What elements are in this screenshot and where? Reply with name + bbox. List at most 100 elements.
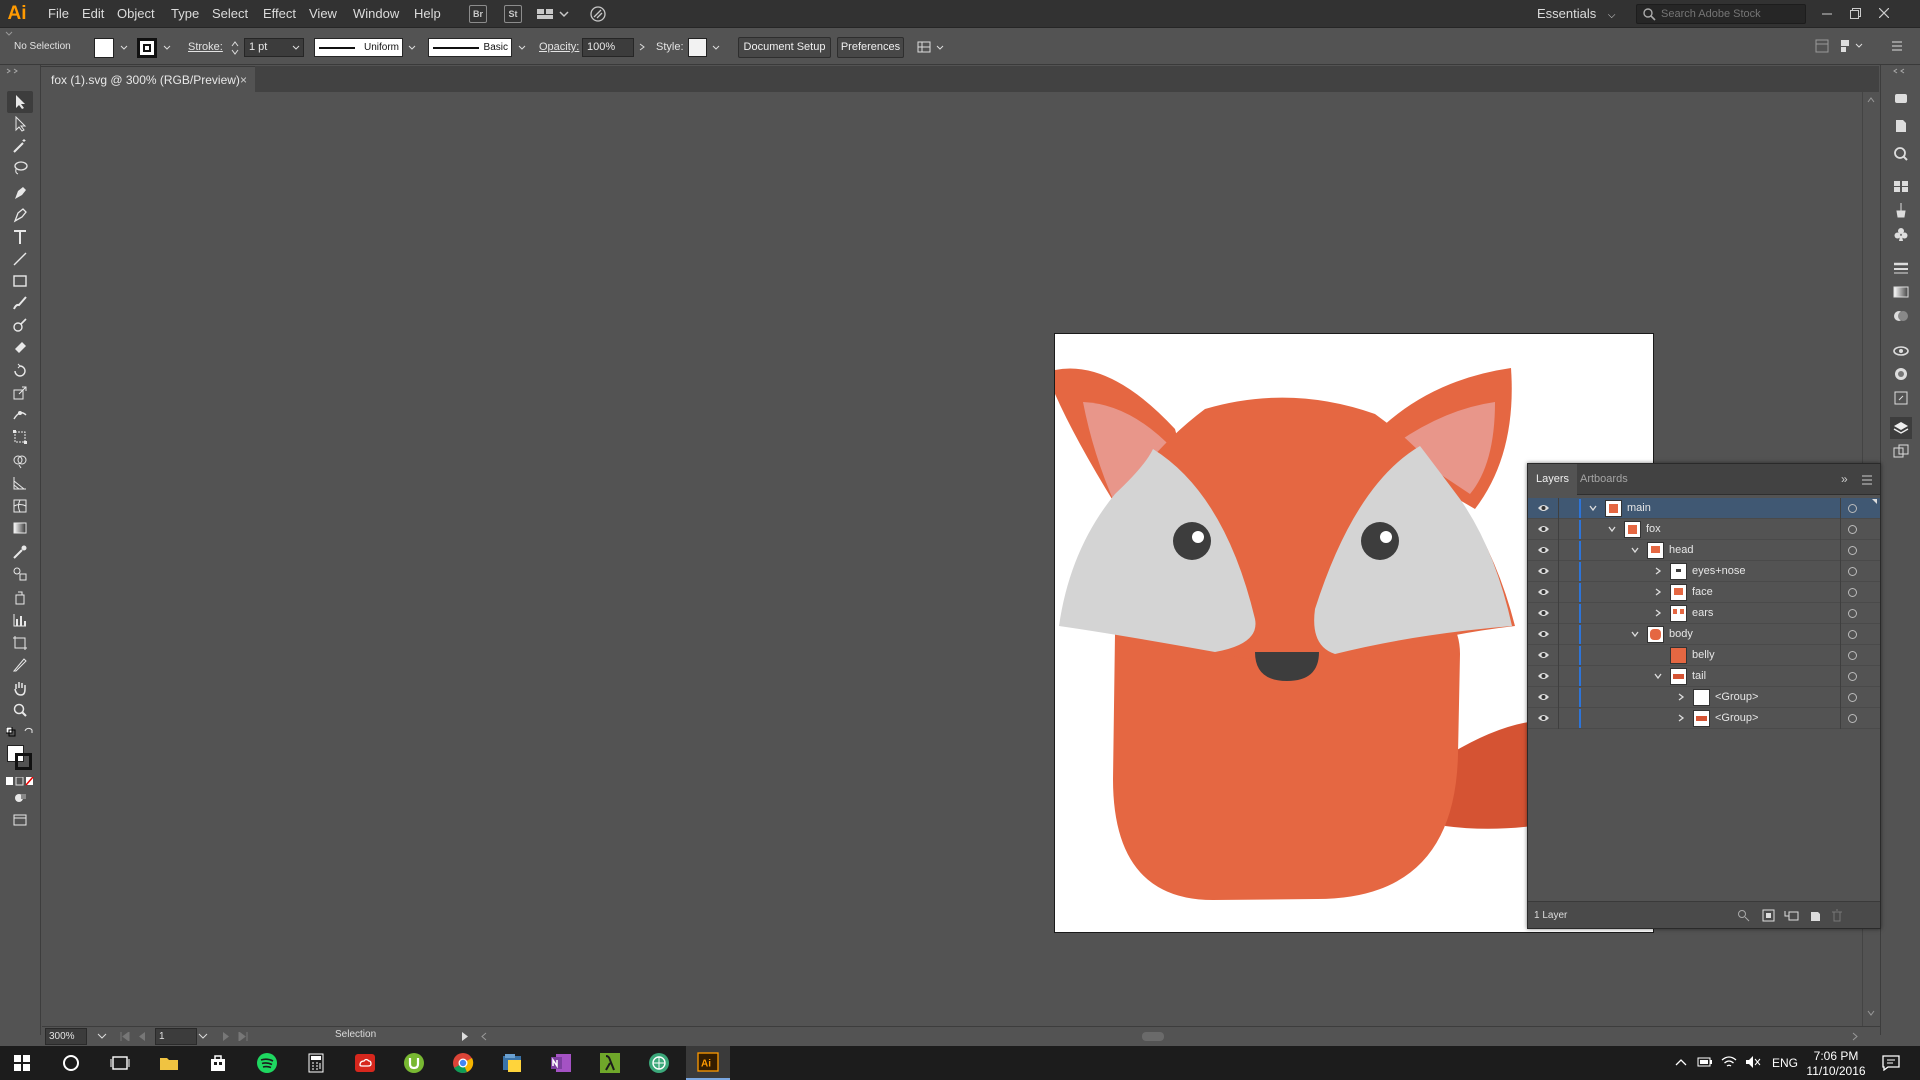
variable-width-profile[interactable]: Uniform bbox=[314, 38, 403, 57]
tab-layers[interactable]: Layers bbox=[1528, 464, 1578, 495]
visibility-eye-icon[interactable] bbox=[1537, 545, 1550, 555]
close-window-button[interactable] bbox=[1870, 0, 1898, 26]
menu-effect[interactable]: Effect bbox=[263, 0, 296, 28]
layer-row-belly[interactable]: belly bbox=[1528, 645, 1880, 666]
menu-type[interactable]: Type bbox=[171, 0, 199, 28]
scroll-left-icon[interactable] bbox=[480, 1032, 487, 1041]
pen-tool[interactable] bbox=[7, 182, 33, 204]
symbol-sprayer-tool[interactable] bbox=[7, 587, 33, 609]
chevron-down-icon[interactable] bbox=[290, 40, 302, 54]
last-artboard-icon[interactable] bbox=[218, 1032, 248, 1041]
show-hidden-icons-chevron-icon[interactable] bbox=[1675, 1058, 1687, 1066]
column-graph-tool[interactable] bbox=[7, 609, 33, 631]
shaper-tool[interactable] bbox=[7, 314, 33, 336]
zoom-level-field[interactable]: 300% bbox=[45, 1028, 87, 1045]
target-circle-icon[interactable] bbox=[1848, 714, 1857, 723]
visibility-eye-icon[interactable] bbox=[1537, 650, 1550, 660]
line-segment-tool[interactable] bbox=[7, 248, 33, 270]
target-circle-icon[interactable] bbox=[1848, 651, 1857, 660]
visibility-eye-icon[interactable] bbox=[1537, 524, 1550, 534]
create-new-layer-icon[interactable] bbox=[1809, 909, 1822, 922]
current-tool-status[interactable]: Selection bbox=[335, 1029, 376, 1040]
delete-layer-icon[interactable] bbox=[1831, 909, 1843, 922]
visibility-eye-icon[interactable] bbox=[1537, 671, 1550, 681]
chevron-down-icon[interactable] bbox=[1606, 523, 1618, 535]
visibility-eye-icon[interactable] bbox=[1537, 692, 1550, 702]
free-transform-tool[interactable] bbox=[7, 426, 33, 448]
arrange-icon[interactable] bbox=[916, 39, 948, 57]
gpu-performance-button[interactable] bbox=[587, 5, 609, 23]
taskbar-chrome[interactable] bbox=[441, 1046, 485, 1080]
stock-button[interactable]: St bbox=[502, 5, 524, 23]
lasso-tool[interactable] bbox=[7, 157, 33, 179]
eraser-tool[interactable] bbox=[7, 336, 33, 358]
chevron-down-icon[interactable] bbox=[1587, 502, 1599, 514]
start-button[interactable] bbox=[0, 1046, 44, 1080]
layer-name[interactable]: <Group> bbox=[1715, 687, 1758, 708]
scroll-right-icon[interactable] bbox=[1852, 1032, 1859, 1041]
eyedropper-tool[interactable] bbox=[7, 541, 33, 563]
layer-row-eyes-nose[interactable]: eyes+nose bbox=[1528, 561, 1880, 582]
magic-wand-tool[interactable] bbox=[7, 135, 33, 157]
curvature-tool[interactable] bbox=[7, 204, 33, 226]
clock-time[interactable]: 7:06 PM bbox=[1804, 1049, 1868, 1063]
stock-search-box[interactable] bbox=[1636, 4, 1806, 24]
chevron-down-icon[interactable] bbox=[710, 40, 722, 54]
layer-row-body[interactable]: body bbox=[1528, 624, 1880, 645]
layer-row-face[interactable]: face bbox=[1528, 582, 1880, 603]
layer-row-group-2[interactable]: <Group> bbox=[1528, 708, 1880, 729]
target-circle-icon[interactable] bbox=[1848, 546, 1857, 555]
dock-swatches[interactable] bbox=[1890, 175, 1912, 197]
scroll-up-icon[interactable] bbox=[1867, 97, 1875, 103]
type-tool[interactable] bbox=[7, 226, 33, 248]
layer-row-main[interactable]: main bbox=[1528, 498, 1880, 519]
wifi-icon[interactable] bbox=[1721, 1055, 1737, 1069]
zoom-tool[interactable] bbox=[7, 699, 33, 721]
panel-collapse-icon[interactable] bbox=[6, 68, 18, 74]
action-center-icon[interactable] bbox=[1882, 1055, 1900, 1071]
taskbar-illustrator[interactable]: Ai bbox=[686, 1046, 730, 1080]
chevron-right-icon[interactable] bbox=[1652, 565, 1664, 577]
target-circle-icon[interactable] bbox=[1848, 588, 1857, 597]
visibility-eye-icon[interactable] bbox=[1537, 629, 1550, 639]
menu-window[interactable]: Window bbox=[353, 0, 399, 28]
workspace-switcher[interactable]: Essentials ⌵ bbox=[1537, 0, 1615, 28]
restore-button[interactable] bbox=[1841, 0, 1869, 26]
arrange-documents-button[interactable] bbox=[535, 5, 571, 23]
layer-row-tail[interactable]: tail bbox=[1528, 666, 1880, 687]
layer-name[interactable]: face bbox=[1692, 582, 1713, 603]
rotate-tool[interactable] bbox=[7, 360, 33, 382]
opacity-label[interactable]: Opacity: bbox=[539, 29, 579, 65]
taskbar-store[interactable] bbox=[196, 1046, 240, 1080]
layer-name[interactable]: head bbox=[1669, 540, 1693, 561]
color-mode-icons[interactable] bbox=[6, 777, 34, 786]
tab-artboards[interactable]: Artboards bbox=[1572, 464, 1636, 495]
scale-tool[interactable] bbox=[7, 382, 33, 404]
document-setup-button[interactable]: Document Setup bbox=[738, 37, 831, 58]
lock-column[interactable] bbox=[1558, 498, 1559, 519]
locate-object-icon[interactable] bbox=[1737, 909, 1750, 922]
stroke-label[interactable]: Stroke: bbox=[188, 29, 223, 65]
width-tool[interactable] bbox=[7, 404, 33, 426]
rectangle-tool[interactable] bbox=[7, 270, 33, 292]
dock-artboards[interactable] bbox=[1890, 441, 1912, 463]
panel-menu-icon[interactable] bbox=[1861, 475, 1873, 485]
layer-name[interactable]: body bbox=[1669, 624, 1693, 645]
document-tab[interactable]: fox (1).svg @ 300% (RGB/Preview) × bbox=[41, 66, 255, 92]
dock-gradient[interactable] bbox=[1890, 281, 1912, 303]
taskbar-calculator[interactable] bbox=[294, 1046, 338, 1080]
layer-name[interactable]: eyes+nose bbox=[1692, 561, 1746, 582]
layer-name[interactable]: belly bbox=[1692, 645, 1715, 666]
battery-icon[interactable] bbox=[1697, 1056, 1713, 1068]
menu-edit[interactable]: Edit bbox=[82, 0, 104, 28]
chevron-right-icon[interactable] bbox=[1675, 691, 1687, 703]
mesh-tool[interactable] bbox=[7, 495, 33, 517]
target-circle-icon[interactable] bbox=[1848, 609, 1857, 618]
blend-tool[interactable] bbox=[7, 563, 33, 585]
artboard-number-field[interactable]: 1 bbox=[155, 1028, 197, 1045]
perspective-grid-tool[interactable] bbox=[7, 472, 33, 494]
target-circle-icon[interactable] bbox=[1848, 672, 1857, 681]
status-menu-arrow-icon[interactable] bbox=[461, 1032, 469, 1041]
chevron-down-icon[interactable] bbox=[118, 40, 130, 54]
chevron-down-icon[interactable] bbox=[1629, 544, 1641, 556]
